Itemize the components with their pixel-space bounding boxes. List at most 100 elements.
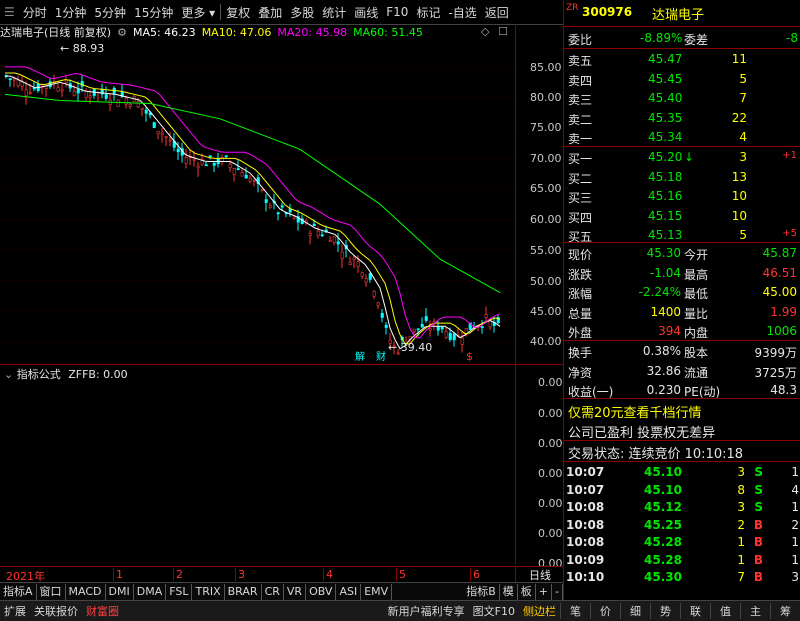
status-tab[interactable]: 主 (740, 603, 770, 619)
toolbar-item[interactable]: 15分钟 (130, 4, 177, 21)
status-tab[interactable]: 细 (620, 603, 650, 619)
candle-body (212, 162, 216, 166)
low-price-label: ← 39.40 (388, 341, 432, 354)
indicator-tab-right[interactable]: 模 (500, 584, 518, 600)
toolbar-menu-icon[interactable]: ☰ (0, 5, 19, 19)
divider (564, 48, 800, 49)
status-tab[interactable]: 笔 (560, 603, 590, 619)
toolbar-item[interactable]: 多股 (286, 4, 318, 21)
status-tab[interactable]: 值 (710, 603, 740, 619)
candle-body (268, 205, 272, 208)
status-link[interactable]: 扩展 (0, 603, 30, 619)
indicator-tab-right[interactable]: 指标B (463, 584, 500, 600)
price-axis-tick: 50.00 (530, 275, 562, 288)
toolbar-item[interactable]: F10 (382, 5, 412, 19)
ask-label: 卖一 (568, 132, 593, 146)
collapse-icon[interactable]: ☐ (498, 25, 508, 38)
tick-count: 2 (791, 517, 799, 532)
tick-count: 1 (791, 552, 799, 567)
candle-body (28, 92, 32, 94)
toolbar-item[interactable]: 更多 ▾ (177, 4, 219, 21)
indicator-tab[interactable]: VR (284, 584, 307, 600)
toolbar-item[interactable]: -自选 (444, 4, 480, 21)
toolbar-item[interactable]: 1分钟 (51, 4, 91, 21)
indicator-tab[interactable]: BRAR (225, 584, 262, 600)
period-label[interactable]: 日线 (515, 566, 564, 583)
indicator-tab-right[interactable]: - (552, 584, 563, 600)
status-link[interactable]: 侧边栏 (519, 603, 560, 619)
bid-volume: 5 (739, 228, 747, 242)
indicator-tab[interactable]: ASI (336, 584, 362, 600)
stat2-label: 换手 (568, 346, 593, 360)
status-link[interactable]: 财富圈 (82, 603, 123, 619)
down-arrow-icon: ↓ (684, 150, 695, 164)
indicator-tab[interactable]: TRIX (192, 584, 225, 600)
timeline-label: 2 (173, 568, 183, 581)
toolbar-item[interactable]: 统计 (318, 4, 350, 21)
indicator-tab[interactable]: DMI (106, 584, 134, 600)
indicator-tab-right[interactable]: + (536, 584, 553, 600)
candle-body (76, 89, 80, 94)
candle-body (160, 132, 164, 135)
indicator-tab[interactable]: 窗口 (37, 584, 66, 600)
tick-volume: 1 (737, 535, 745, 549)
candle-body (8, 78, 12, 80)
chevron-down-icon[interactable]: ⌄ (4, 368, 13, 381)
toolbar-item[interactable]: 叠加 (254, 4, 286, 21)
status-tab[interactable]: 联 (680, 603, 710, 619)
toolbar-item[interactable]: 返回 (481, 4, 513, 21)
toolbar-item[interactable]: 5分钟 (90, 4, 130, 21)
status-tab[interactable]: 势 (650, 603, 680, 619)
status-tab[interactable]: 筹 (770, 603, 800, 619)
candle-body (176, 148, 180, 153)
indicator-tab[interactable]: FSL (166, 584, 193, 600)
toolbar-item[interactable]: 复权 (222, 4, 254, 21)
tick-side: B (753, 517, 763, 532)
candle-body (84, 90, 88, 98)
candle-body (260, 189, 264, 192)
indicator-tab[interactable]: EMV (361, 584, 393, 600)
status-tab[interactable]: 价 (590, 603, 620, 619)
kline-chart[interactable]: ← 88.93 ← 39.40 解财 $ (0, 40, 515, 365)
candle-body (136, 101, 140, 108)
toolbar-separator (220, 4, 222, 20)
bid-row: 买三 45.16 10 (564, 187, 800, 206)
status-link[interactable]: 关联报价 (30, 603, 82, 619)
status-link[interactable]: 新用户福利专享 (384, 603, 469, 619)
ask-row: 卖五 45.47 11 (564, 50, 800, 69)
stat-value: 394 (658, 324, 681, 338)
indicator-tab[interactable]: 指标A (0, 584, 37, 600)
bid-change: +5 (782, 228, 797, 239)
candle-body (328, 240, 332, 242)
divider (564, 242, 800, 243)
candle-body (204, 164, 208, 167)
promo-link[interactable]: 仅需20元查看千档行情 (568, 402, 702, 421)
diamond-icon[interactable]: ◇ (481, 25, 489, 38)
bid-volume: 3 (739, 150, 747, 164)
toolbar-item[interactable]: 标记 (412, 4, 444, 21)
stat-label: 最高 (684, 267, 709, 282)
stat-value: 1006 (766, 324, 797, 338)
settings-icon[interactable]: ⚙ (117, 26, 127, 39)
toolbar-item[interactable]: 分时 (19, 4, 51, 21)
indicator-tab[interactable]: MACD (66, 584, 106, 600)
indicator-tab[interactable]: CR (262, 584, 284, 600)
divider (564, 26, 800, 27)
ask-volume: 5 (739, 71, 747, 86)
status-link[interactable]: 图文F10 (469, 603, 519, 619)
ask-row: 卖三 45.40 7 (564, 89, 800, 108)
stock-tag: ZR (566, 3, 579, 13)
candle-body (128, 104, 132, 107)
tick-time: 10:10 (566, 570, 605, 584)
tick-volume: 1 (737, 552, 745, 567)
toolbar-item[interactable]: 画线 (350, 4, 382, 21)
indicator-tab[interactable]: OBV (306, 584, 337, 600)
bid-label: 买二 (568, 171, 593, 186)
indicator-title[interactable]: 指标公式 (17, 368, 61, 381)
candle-body (428, 328, 432, 331)
status-bar: 扩展 关联报价 财富圈 新用户福利专享 图文F10 侧边栏笔价细势联值主筹 (0, 600, 800, 621)
candle-body (140, 107, 144, 110)
candle-body (448, 332, 452, 340)
indicator-tab[interactable]: DMA (134, 584, 167, 600)
indicator-tab-right[interactable]: 板 (518, 584, 536, 600)
